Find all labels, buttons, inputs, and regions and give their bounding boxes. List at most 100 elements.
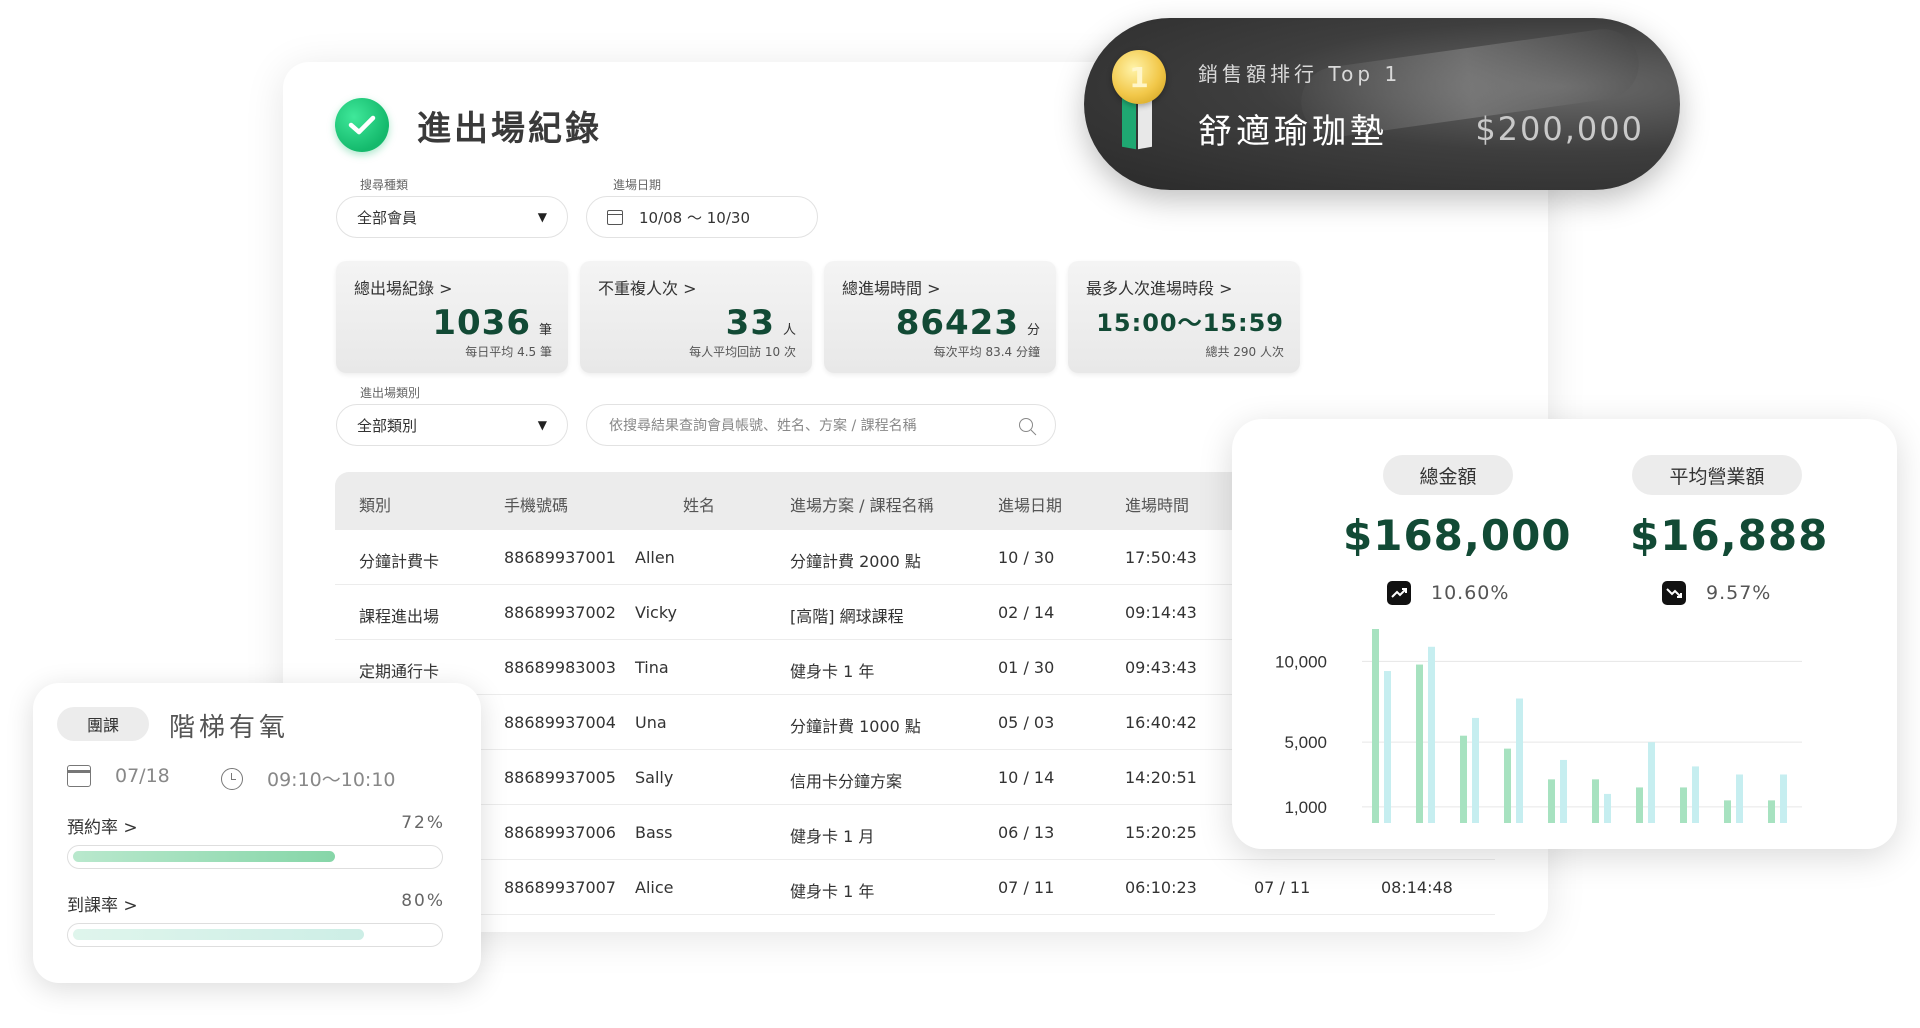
search-placeholder: 依搜尋結果查詢會員帳號、姓名、方案 / 課程名稱 bbox=[609, 418, 917, 434]
search-icon bbox=[1019, 418, 1033, 432]
revenue-bar bbox=[1416, 664, 1423, 823]
filter-type-label: 搜尋種類 bbox=[360, 178, 409, 192]
y-tick-label: 5,000 bbox=[1284, 733, 1327, 752]
cell-plan: [高階] 網球課程 bbox=[790, 607, 904, 626]
member-type-select[interactable]: 全部會員 ▼ bbox=[336, 196, 568, 238]
class-time-value: 09:10～10:10 bbox=[267, 769, 396, 791]
cell-entry-date: 06 / 13 bbox=[998, 823, 1055, 842]
cell-name: Vicky bbox=[635, 603, 677, 622]
attendance-rate-label[interactable]: 到課率 > bbox=[67, 891, 138, 916]
category-value: 全部類別 bbox=[357, 416, 418, 435]
column-header[interactable]: 姓名 bbox=[683, 492, 715, 516]
cell-phone: 88689937002 bbox=[504, 603, 616, 622]
booking-rate-label[interactable]: 預約率 > bbox=[67, 813, 138, 838]
cell-entry-time: 15:20:25 bbox=[1125, 823, 1197, 842]
stat-card-total-records[interactable]: 總出場紀錄 > 1036 筆 每日平均 4.5 筆 bbox=[336, 261, 568, 373]
cell-entry-date: 10 / 14 bbox=[998, 768, 1055, 787]
column-header[interactable]: 手機號碼 bbox=[504, 492, 568, 516]
revenue-card: 總金額 $168,000 10.60% 平均營業額 $16,888 9.57% … bbox=[1232, 419, 1897, 849]
cell-entry-time: 14:20:51 bbox=[1125, 768, 1197, 787]
revenue-bar bbox=[1372, 629, 1379, 823]
cell-entry-date: 10 / 30 bbox=[998, 548, 1055, 567]
cell-plan: 健身卡 1 月 bbox=[790, 827, 875, 846]
attendance-rate-value: 80% bbox=[401, 891, 445, 911]
cell-entry-date: 02 / 14 bbox=[998, 603, 1055, 622]
stat-value: 33 bbox=[725, 303, 775, 343]
table-row[interactable]: 88689937007 Alice 健身卡 1 年 07 / 11 06:10:23 07… bbox=[335, 860, 1495, 915]
cell-entry-date: 05 / 03 bbox=[998, 713, 1055, 732]
stat-value: 1036 bbox=[432, 303, 531, 343]
booking-rate-bar bbox=[67, 845, 443, 869]
stat-label: 最多人次進場時段 > bbox=[1086, 279, 1233, 298]
revenue-bar bbox=[1768, 800, 1775, 823]
cell-phone: 88689937007 bbox=[504, 878, 616, 897]
product-name: 舒適瑜珈墊 bbox=[1198, 112, 1388, 152]
member-type-value: 全部會員 bbox=[357, 208, 418, 227]
cell-plan: 分鐘計費 1000 點 bbox=[790, 717, 921, 736]
cell-name: Bass bbox=[635, 823, 673, 842]
revenue-bar bbox=[1680, 787, 1687, 823]
column-header[interactable]: 類別 bbox=[359, 492, 391, 516]
chevron-down-icon: ▼ bbox=[537, 210, 547, 224]
stat-sub: 每次平均 83.4 分鐘 bbox=[933, 345, 1040, 359]
class-date-value: 07/18 bbox=[115, 765, 170, 787]
page-title: 進出場紀錄 bbox=[417, 108, 602, 149]
stat-card-peak-time[interactable]: 最多人次進場時段 > 15:00～15:59 總共 290 人次 bbox=[1068, 261, 1300, 373]
date-label: 進場日期 bbox=[613, 178, 662, 192]
revenue-bar bbox=[1780, 774, 1787, 823]
revenue-bar bbox=[1560, 759, 1567, 823]
title-row: 進出場紀錄 bbox=[335, 98, 602, 152]
stat-sub: 每人平均回訪 10 次 bbox=[689, 345, 796, 359]
clock-icon bbox=[221, 767, 243, 790]
group-class-card[interactable]: 團課 階梯有氧 07/18 09:10～10:10 預約率 > 72% 到課率 … bbox=[33, 683, 481, 983]
cell-phone: 88689983003 bbox=[504, 658, 616, 677]
cell-phone: 88689937001 bbox=[504, 548, 616, 567]
revenue-bar-chart: 10,000 5,000 1,000 bbox=[1275, 629, 1802, 823]
column-header[interactable]: 進場方案 / 課程名稱 bbox=[790, 492, 934, 516]
stat-unit: 筆 bbox=[538, 323, 552, 338]
revenue-bar bbox=[1504, 748, 1511, 823]
revenue-bar bbox=[1472, 717, 1479, 823]
revenue-bar bbox=[1736, 774, 1743, 823]
cell-name: Sally bbox=[635, 768, 674, 787]
attendance-rate-fill bbox=[73, 929, 365, 940]
cell-exit-date: 07 / 11 bbox=[1254, 878, 1311, 897]
class-name: 階梯有氧 bbox=[169, 713, 290, 743]
stat-label: 總進場時間 > bbox=[842, 279, 941, 298]
calendar-icon bbox=[607, 209, 623, 225]
date-range-picker[interactable]: 10/08 ～ 10/30 bbox=[586, 196, 818, 238]
class-type-badge: 團課 bbox=[57, 707, 149, 741]
revenue-bar bbox=[1428, 646, 1435, 823]
revenue-bar bbox=[1384, 671, 1391, 823]
cell-entry-time: 06:10:23 bbox=[1125, 878, 1197, 897]
date-range-value: 10/08 ～ 10/30 bbox=[639, 208, 750, 227]
stat-sub: 每日平均 4.5 筆 bbox=[465, 345, 552, 359]
stat-card-unique-visits[interactable]: 不重複人次 > 33 人 每人平均回訪 10 次 bbox=[580, 261, 812, 373]
cell-phone: 88689937004 bbox=[504, 713, 616, 732]
cell-entry-time: 17:50:43 bbox=[1125, 548, 1197, 567]
y-tick-label: 10,000 bbox=[1275, 652, 1327, 671]
cell-plan: 信用卡分鐘方案 bbox=[790, 772, 903, 791]
stat-card-total-time[interactable]: 總進場時間 > 86423 分 每次平均 83.4 分鐘 bbox=[824, 261, 1056, 373]
stat-unit: 分 bbox=[1026, 323, 1040, 338]
stat-value: 15:00～15:59 bbox=[1096, 309, 1284, 337]
cell-entry-time: 09:14:43 bbox=[1125, 603, 1197, 622]
cell-entry-time: 09:43:43 bbox=[1125, 658, 1197, 677]
column-header[interactable]: 進場日期 bbox=[998, 492, 1062, 516]
cell-plan: 健身卡 1 年 bbox=[790, 882, 875, 901]
attendance-rate-bar bbox=[67, 923, 443, 947]
column-header[interactable]: 進場時間 bbox=[1125, 492, 1189, 516]
category-select[interactable]: 全部類別 ▼ bbox=[336, 404, 568, 446]
cell-entry-date: 07 / 11 bbox=[998, 878, 1055, 897]
cell-name: Allen bbox=[635, 548, 675, 567]
chevron-down-icon: ▼ bbox=[537, 418, 547, 432]
check-icon bbox=[335, 98, 389, 152]
cell-phone: 88689937005 bbox=[504, 768, 616, 787]
stat-value: 86423 bbox=[895, 303, 1019, 343]
search-input[interactable]: 依搜尋結果查詢會員帳號、姓名、方案 / 課程名稱 bbox=[586, 404, 1056, 446]
cell-name: Tina bbox=[635, 658, 669, 677]
revenue-bar bbox=[1648, 742, 1655, 823]
cell-phone: 88689937006 bbox=[504, 823, 616, 842]
revenue-bar bbox=[1592, 779, 1599, 823]
revenue-bar bbox=[1636, 787, 1643, 823]
